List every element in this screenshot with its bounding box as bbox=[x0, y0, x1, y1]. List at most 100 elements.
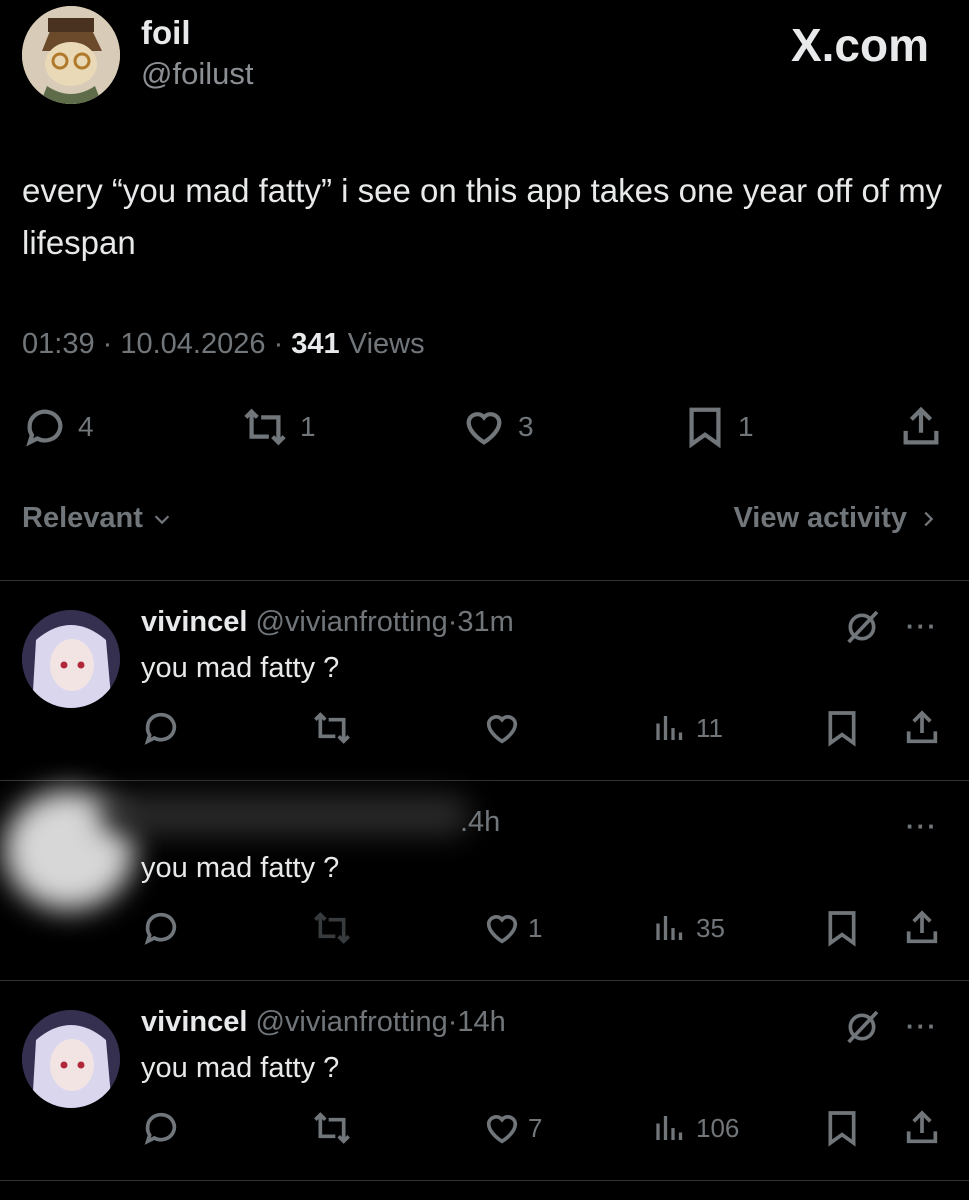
reply-avatar[interactable] bbox=[22, 1010, 120, 1108]
heart-icon bbox=[486, 715, 518, 744]
reply-repost-button[interactable] bbox=[310, 708, 354, 753]
heart-icon bbox=[486, 915, 518, 944]
reply-like-button[interactable]: 7 bbox=[482, 1108, 542, 1148]
more-icon: ··· bbox=[906, 1011, 938, 1041]
like-count: 3 bbox=[518, 411, 534, 442]
reply-bookmark-button[interactable] bbox=[822, 908, 862, 953]
separator-dot: · bbox=[447, 606, 458, 638]
share-icon bbox=[906, 710, 938, 744]
reply-views-button[interactable]: 106 bbox=[652, 1108, 739, 1148]
reply-text: you mad fatty ? bbox=[141, 1052, 340, 1084]
sort-dropdown[interactable]: Relevant bbox=[22, 502, 173, 535]
reply-views-button[interactable]: 35 bbox=[652, 908, 725, 948]
divider bbox=[0, 780, 969, 781]
heart-icon bbox=[466, 412, 502, 445]
reply-text: you mad fatty ? bbox=[141, 852, 340, 884]
more-button[interactable]: ··· bbox=[906, 611, 938, 642]
chevron-down-icon bbox=[154, 514, 170, 524]
view-activity-label: View activity bbox=[733, 502, 907, 534]
repost-icon bbox=[314, 1112, 350, 1144]
more-button[interactable]: ··· bbox=[906, 811, 938, 842]
bookmark-icon bbox=[828, 711, 856, 747]
site-watermark: X.com bbox=[790, 19, 929, 71]
view-activity-link[interactable]: View activity bbox=[733, 502, 939, 535]
reply-repost-button[interactable] bbox=[310, 1108, 354, 1153]
reply-avatar[interactable] bbox=[22, 610, 120, 708]
tweet-time[interactable]: 01:39 bbox=[22, 328, 95, 360]
views-count: 11 bbox=[696, 712, 723, 743]
reply-button[interactable]: 4 bbox=[22, 404, 94, 450]
views-count: 106 bbox=[696, 1112, 740, 1143]
share-icon bbox=[906, 910, 938, 944]
views-bar-icon bbox=[656, 716, 683, 740]
more-button[interactable]: ··· bbox=[906, 1011, 938, 1042]
repost-icon bbox=[314, 712, 350, 744]
like-button[interactable]: 3 bbox=[460, 404, 534, 450]
views-bar-icon bbox=[656, 916, 683, 940]
reply-bookmark-button[interactable] bbox=[822, 708, 862, 753]
reply-text: you mad fatty ? bbox=[141, 652, 340, 684]
bookmark-icon bbox=[689, 407, 721, 449]
views-count: 35 bbox=[696, 912, 725, 943]
share-button[interactable] bbox=[898, 404, 944, 450]
bookmark-icon bbox=[828, 911, 856, 947]
tweet-text: every “you mad fatty” i see on this app … bbox=[22, 172, 943, 261]
more-icon: ··· bbox=[906, 811, 938, 841]
reply-icon bbox=[144, 1112, 177, 1145]
reply-share-button[interactable] bbox=[902, 708, 942, 753]
reply-author-handle[interactable]: @vivianfrotting bbox=[255, 1006, 447, 1038]
reply-views-button[interactable]: 11 bbox=[652, 708, 723, 748]
grok-icon bbox=[847, 1010, 879, 1044]
like-count: 1 bbox=[528, 912, 543, 943]
reply-share-button[interactable] bbox=[902, 1108, 942, 1153]
grok-button[interactable] bbox=[842, 607, 882, 652]
separator-dot: · bbox=[447, 1006, 458, 1038]
reply-header: .4h bbox=[460, 806, 500, 839]
reply-time[interactable]: 31m bbox=[457, 606, 513, 638]
like-count: 7 bbox=[528, 1112, 543, 1143]
reply-reply-button[interactable] bbox=[141, 908, 181, 953]
more-icon: ··· bbox=[906, 611, 938, 641]
divider bbox=[0, 980, 969, 981]
grok-button[interactable] bbox=[842, 1007, 882, 1052]
divider bbox=[0, 580, 969, 581]
grok-icon bbox=[847, 610, 879, 644]
chevron-right-icon bbox=[924, 511, 934, 526]
reply-share-button[interactable] bbox=[902, 908, 942, 953]
reply-header: vivincel @vivianfrotting·14h bbox=[141, 1006, 506, 1039]
bookmark-count: 1 bbox=[738, 411, 754, 442]
views-label: Views bbox=[347, 328, 425, 360]
reply-like-button[interactable] bbox=[482, 708, 528, 748]
sort-label: Relevant bbox=[22, 502, 143, 534]
reply-icon bbox=[144, 712, 177, 745]
reply-reply-button[interactable] bbox=[141, 708, 181, 753]
repost-button[interactable]: 1 bbox=[240, 404, 316, 450]
reply-header: vivincel @vivianfrotting·31m bbox=[141, 606, 514, 639]
divider bbox=[0, 1180, 969, 1181]
reply-like-button[interactable]: 1 bbox=[482, 908, 542, 948]
tweet-date[interactable]: 10.04.2026 bbox=[120, 328, 265, 360]
bookmark-button[interactable]: 1 bbox=[682, 404, 754, 450]
author-name[interactable]: foil bbox=[141, 14, 190, 52]
author-handle[interactable]: @foilust bbox=[141, 56, 253, 92]
share-icon bbox=[903, 406, 939, 445]
bookmark-icon bbox=[828, 1111, 856, 1147]
reply-time[interactable]: 14h bbox=[457, 1006, 505, 1038]
views-bar-icon bbox=[656, 1116, 683, 1140]
reply-reply-button[interactable] bbox=[141, 1108, 181, 1153]
tweet-meta: 01:39 · 10.04.2026 · 341 Views bbox=[22, 328, 425, 360]
reply-author-handle[interactable]: @vivianfrotting bbox=[255, 606, 447, 638]
reply-time[interactable]: .4h bbox=[460, 806, 500, 838]
repost-icon bbox=[314, 912, 350, 944]
redacted-author bbox=[100, 795, 470, 835]
views-count: 341 bbox=[291, 328, 340, 360]
reply-author-name[interactable]: vivincel bbox=[141, 606, 247, 638]
reply-repost-button[interactable] bbox=[310, 908, 354, 953]
share-icon bbox=[906, 1110, 938, 1144]
reply-author-name[interactable]: vivincel bbox=[141, 1006, 247, 1038]
repost-icon bbox=[244, 408, 286, 446]
reply-bookmark-button[interactable] bbox=[822, 1108, 862, 1153]
repost-count: 1 bbox=[300, 411, 316, 442]
author-avatar[interactable] bbox=[22, 6, 120, 104]
heart-icon bbox=[486, 1115, 518, 1144]
